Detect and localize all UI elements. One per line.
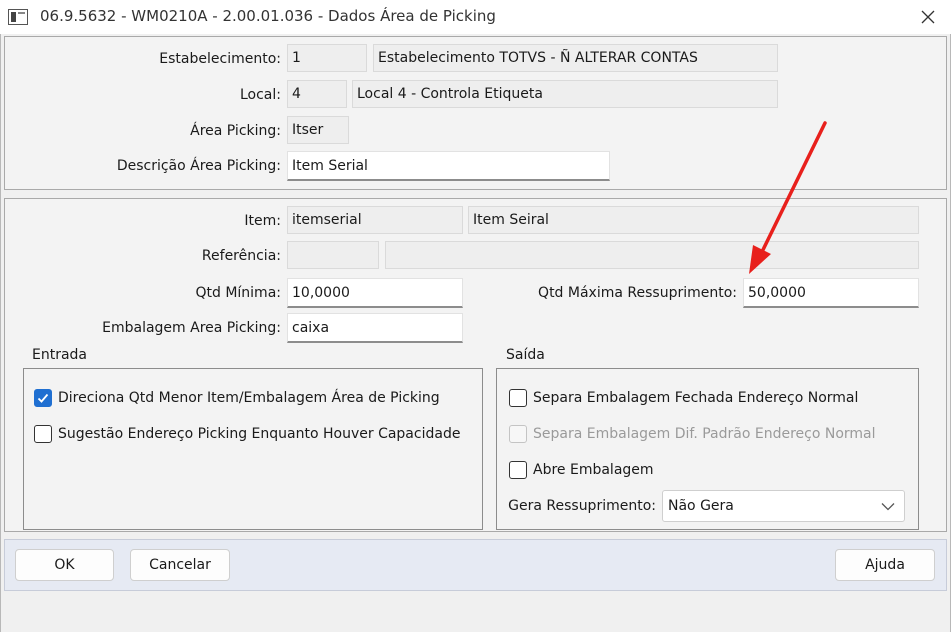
qtd-maxima-label: Qtd Máxima Ressuprimento: xyxy=(538,285,737,301)
checkmark-icon xyxy=(37,393,49,403)
item-name-field: Item Seiral xyxy=(468,206,919,234)
embalagem-label: Embalagem Area Picking: xyxy=(102,320,281,336)
gera-ressuprimento-label: Gera Ressuprimento: xyxy=(508,498,656,514)
chevron-down-icon xyxy=(881,503,895,511)
abre-embalagem-option[interactable]: Abre Embalagem xyxy=(509,460,909,480)
saida-group-title: Saída xyxy=(506,347,545,363)
item-code-field: itemserial xyxy=(287,206,463,234)
separa-embalagem-fechada-label: Separa Embalagem Fechada Endereço Normal xyxy=(533,390,859,406)
title-bar: 06.9.5632 - WM0210A - 2.00.01.036 - Dado… xyxy=(0,0,951,34)
help-button[interactable]: Ajuda xyxy=(835,549,935,581)
referencia-label: Referência: xyxy=(201,248,281,264)
descricao-area-picking-label: Descrição Área Picking: xyxy=(116,158,281,174)
window-app-icon xyxy=(8,9,28,25)
gera-ressuprimento-value: Não Gera xyxy=(668,498,734,514)
local-name-field: Local 4 - Controla Etiqueta xyxy=(352,80,778,108)
separa-embalagem-dif-label: Separa Embalagem Dif. Padrão Endereço No… xyxy=(533,426,876,442)
gera-ressuprimento-select[interactable]: Não Gera xyxy=(662,490,905,522)
sugestao-endereco-label: Sugestão Endereço Picking Enquanto Houve… xyxy=(58,426,461,442)
descricao-area-picking-input[interactable]: Item Serial xyxy=(287,151,610,181)
separa-embalagem-dif-option: Separa Embalagem Dif. Padrão Endereço No… xyxy=(509,424,909,444)
abre-embalagem-checkbox[interactable] xyxy=(509,461,527,479)
qtd-minima-input[interactable]: 10,0000 xyxy=(287,278,463,308)
abre-embalagem-label: Abre Embalagem xyxy=(533,462,654,478)
embalagem-input[interactable]: caixa xyxy=(287,313,463,343)
direciona-qtd-label: Direciona Qtd Menor Item/Embalagem Área … xyxy=(58,390,440,406)
qtd-maxima-input[interactable]: 50,0000 xyxy=(743,278,919,308)
direciona-qtd-checkbox[interactable] xyxy=(34,389,52,407)
item-label: Item: xyxy=(244,213,281,229)
cancel-button[interactable]: Cancelar xyxy=(130,549,230,581)
separa-embalagem-fechada-option[interactable]: Separa Embalagem Fechada Endereço Normal xyxy=(509,388,909,408)
referencia-code-field xyxy=(287,241,379,269)
qtd-minima-label: Qtd Mínima: xyxy=(195,285,281,301)
entrada-group-title: Entrada xyxy=(32,347,88,363)
close-button[interactable] xyxy=(905,0,951,34)
referencia-name-field xyxy=(385,241,919,269)
separa-embalagem-dif-checkbox xyxy=(509,425,527,443)
estabelecimento-name-field: Estabelecimento TOTVS - Ñ ALTERAR CONTAS xyxy=(373,44,778,72)
sugestao-endereco-checkbox[interactable] xyxy=(34,425,52,443)
direciona-qtd-option[interactable]: Direciona Qtd Menor Item/Embalagem Área … xyxy=(34,388,474,408)
close-icon xyxy=(921,10,935,24)
area-picking-label: Área Picking: xyxy=(190,123,281,139)
local-code-field: 4 xyxy=(287,80,347,108)
sugestao-endereco-option[interactable]: Sugestão Endereço Picking Enquanto Houve… xyxy=(34,424,474,444)
ok-button[interactable]: OK xyxy=(15,549,114,581)
estabelecimento-code-field: 1 xyxy=(287,44,367,72)
area-picking-field: Itser xyxy=(287,116,349,144)
local-label: Local: xyxy=(239,87,281,103)
separa-embalagem-fechada-checkbox[interactable] xyxy=(509,389,527,407)
window-title: 06.9.5632 - WM0210A - 2.00.01.036 - Dado… xyxy=(40,7,496,25)
estabelecimento-label: Estabelecimento: xyxy=(159,51,281,67)
